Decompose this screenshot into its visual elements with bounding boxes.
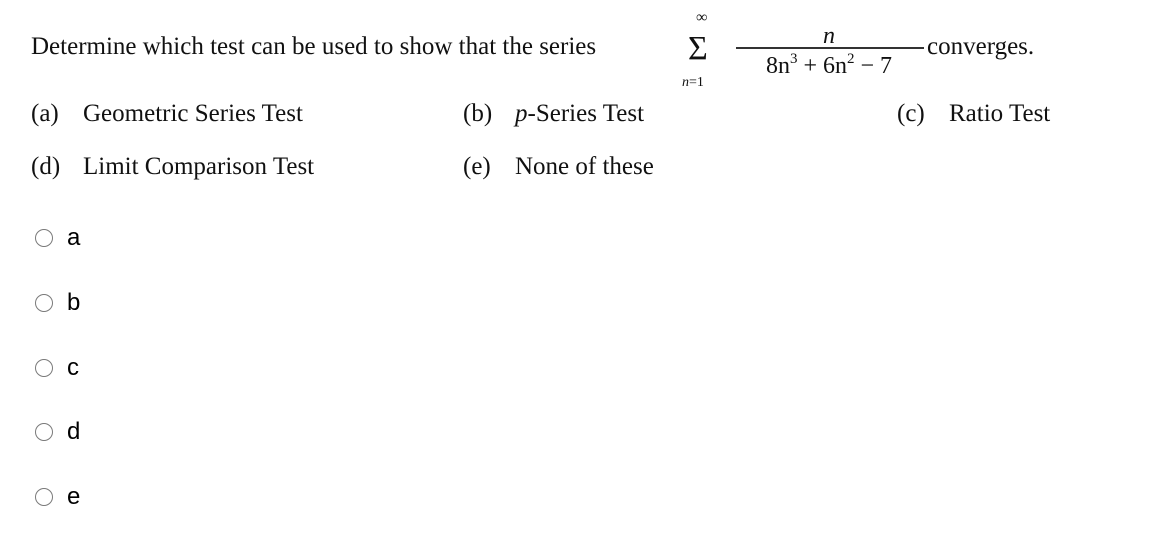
answer-e[interactable]: e: [35, 485, 80, 509]
option-text: -Series Test: [527, 100, 645, 127]
summation-upper-limit: ∞: [696, 9, 708, 26]
answer-label: a: [67, 224, 81, 251]
option-d: (d) Limit Comparison Test: [31, 153, 314, 181]
radio-button-c[interactable]: [35, 359, 53, 377]
option-text: Limit Comparison Test: [83, 153, 315, 180]
summation-lower-limit: n=1: [682, 76, 704, 90]
summation: ∞ Σ n=1: [682, 2, 716, 92]
answer-a[interactable]: a: [35, 226, 80, 250]
option-italic-p: p: [515, 100, 528, 127]
den-minus-const: − 7: [854, 53, 893, 79]
option-a: (a) Geometric Series Test: [31, 100, 303, 128]
sigma-symbol: Σ: [688, 30, 708, 67]
option-c: (c) Ratio Test: [897, 100, 1050, 128]
radio-button-e[interactable]: [35, 488, 53, 506]
answer-label: e: [67, 483, 81, 510]
index-start: =1: [689, 75, 704, 90]
den-term-2-exp: 2: [847, 51, 855, 67]
option-label: (d): [31, 153, 61, 180]
den-term-1: 8n: [765, 53, 790, 79]
radio-button-a[interactable]: [35, 229, 53, 247]
answer-label: c: [67, 354, 79, 381]
option-text: Ratio Test: [949, 100, 1051, 127]
option-label: (b): [463, 100, 493, 127]
question-ending: converges.: [927, 33, 1035, 60]
option-e: (e) None of these: [463, 153, 654, 181]
option-text: None of these: [515, 153, 654, 180]
question: Determine which test can be used to show…: [31, 0, 1171, 200]
option-label: (e): [463, 153, 491, 180]
fraction-bar: [736, 47, 924, 49]
den-plus: +: [797, 53, 823, 79]
option-b: (b) p-Series Test: [463, 100, 644, 128]
den-term-2: 6n: [823, 53, 847, 79]
fraction-denominator: 8n3 + 6n2 − 7: [734, 51, 924, 80]
option-label: (a): [31, 100, 59, 127]
series-fraction: n 8n3 + 6n2 − 7: [734, 0, 924, 90]
radio-button-b[interactable]: [35, 294, 53, 312]
option-label: (c): [897, 100, 925, 127]
question-stem: Determine which test can be used to show…: [31, 33, 597, 60]
answer-label: d: [67, 418, 81, 445]
answer-d[interactable]: d: [35, 420, 80, 444]
fraction-numerator: n: [823, 23, 835, 49]
answer-b[interactable]: b: [35, 291, 80, 315]
index-variable: n: [682, 75, 689, 90]
radio-button-d[interactable]: [35, 423, 53, 441]
option-text: Geometric Series Test: [83, 100, 303, 127]
answer-c[interactable]: c: [35, 356, 79, 380]
answer-label: b: [67, 289, 81, 316]
